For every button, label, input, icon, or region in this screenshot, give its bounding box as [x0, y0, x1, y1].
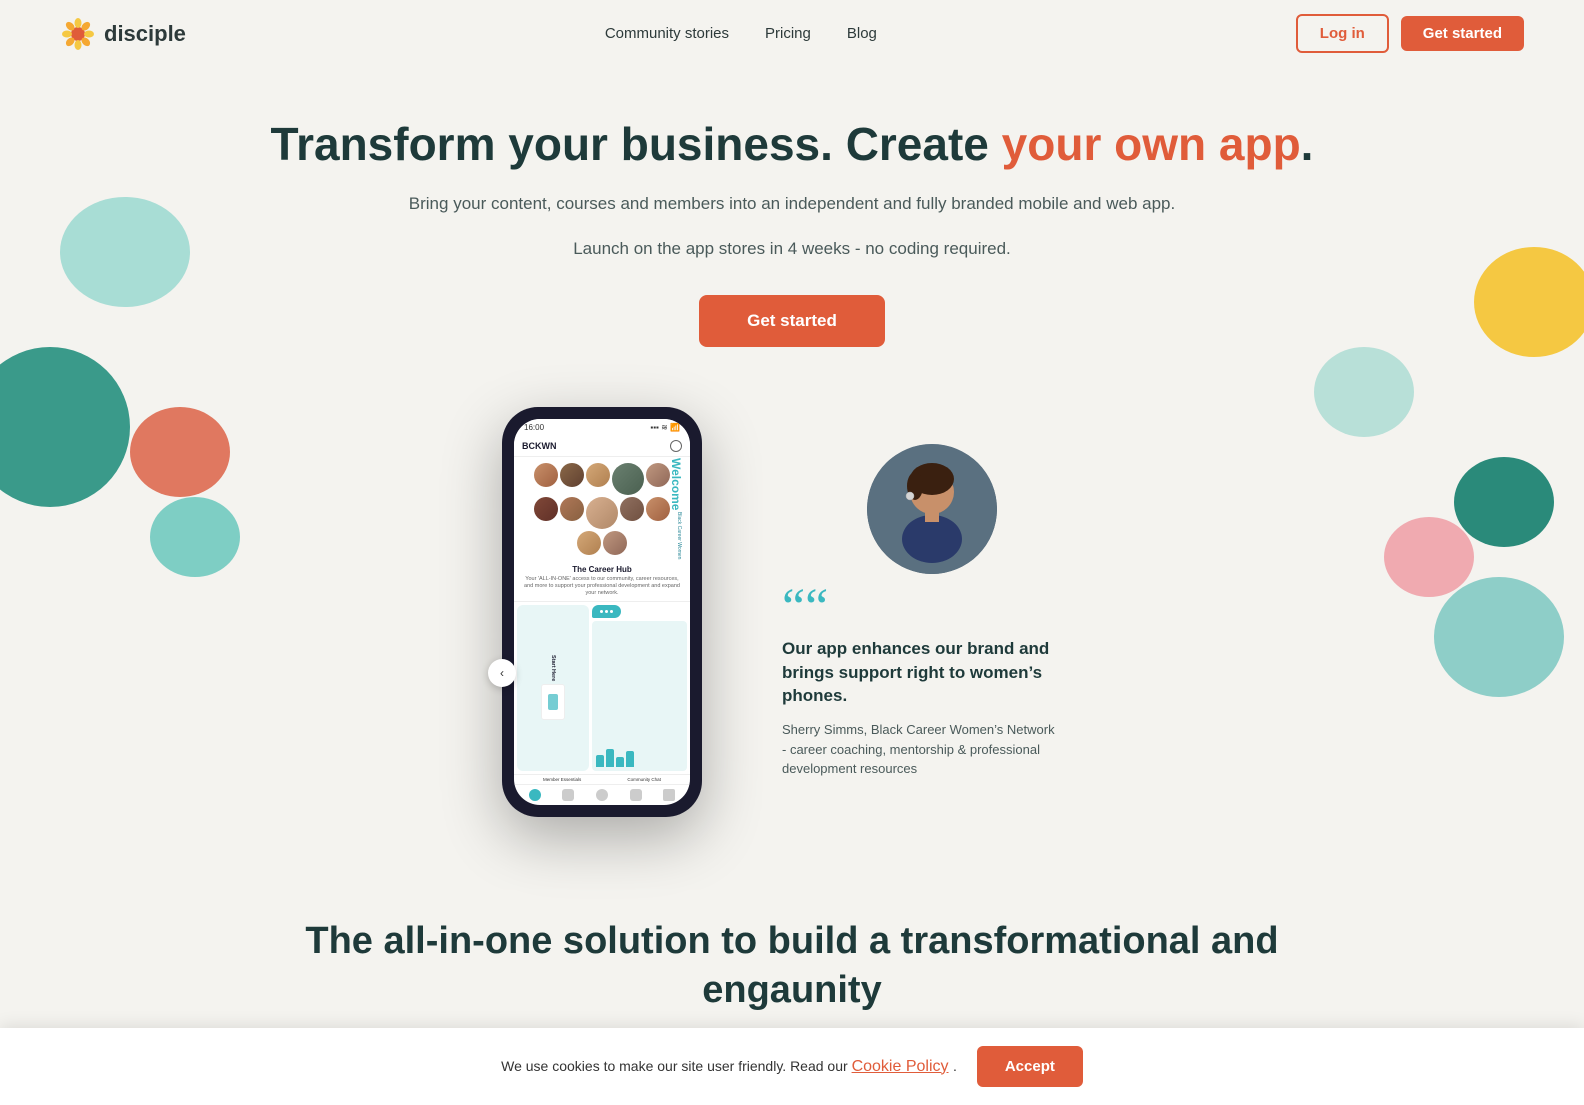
avatar-8 [586, 497, 618, 529]
phone-outer: 16:00 ▪▪▪ ≋ 📶 BCKWN [502, 407, 702, 817]
nav-icon-home [529, 789, 541, 801]
avatar-9 [620, 497, 644, 521]
career-hub-desc: Your 'ALL-IN-ONE' access to our communit… [520, 576, 684, 597]
phone-time: 16:00 [524, 423, 544, 432]
logo[interactable]: disciple [60, 16, 186, 52]
content-section: 16:00 ▪▪▪ ≋ 📶 BCKWN [0, 367, 1584, 857]
progress-area [592, 621, 687, 771]
welcome-subtitle: Black Career Women [670, 512, 682, 559]
chat-dot-1 [600, 610, 603, 613]
bottom-heading-line2: enga [702, 969, 791, 1011]
welcome-text: Welcome [670, 458, 682, 510]
career-hub-section: The Career Hub Your 'ALL-IN-ONE' access … [514, 561, 690, 602]
bar-3 [616, 757, 624, 767]
phone-mockup: 16:00 ▪▪▪ ≋ 📶 BCKWN [502, 407, 722, 817]
welcome-overlay: Welcome Black Career Women [670, 457, 682, 561]
phone-status-bar: 16:00 ▪▪▪ ≋ 📶 [514, 419, 690, 436]
phone-bottom-labels: Member Essentials Community Chat [514, 774, 690, 784]
hero-container: Transform your business. Create your own… [0, 67, 1584, 857]
quote-marks: ““ [782, 590, 1082, 626]
cookie-accept-button[interactable]: Accept [977, 1046, 1083, 1087]
phone-screen: 16:00 ▪▪▪ ≋ 📶 BCKWN [514, 419, 690, 805]
avatar-3 [586, 463, 610, 487]
bottom-heading: The all-in-one solution to build a trans… [40, 917, 1544, 1016]
get-started-hero-button[interactable]: Get started [699, 295, 885, 347]
nav-icon-menu [663, 789, 675, 801]
testimonial-avatar [867, 444, 997, 574]
hero-heading-accent: your own app [1002, 118, 1301, 170]
bottom-section: The all-in-one solution to build a trans… [0, 857, 1584, 1036]
avatar-12 [603, 531, 627, 555]
phone-mini-screen [541, 684, 565, 720]
progress-bars [596, 747, 683, 767]
hero-subtext-line2: Launch on the app stores in 4 weeks - no… [20, 235, 1564, 262]
nav-links: Community stories Pricing Blog [605, 25, 877, 42]
login-button[interactable]: Log in [1296, 14, 1389, 53]
avatar-svg [867, 444, 997, 574]
bar-4 [626, 751, 634, 767]
cookie-text: We use cookies to make our site user fri… [501, 1058, 851, 1074]
chat-column [592, 605, 687, 771]
logo-icon [60, 16, 96, 52]
phone-app-logo: BCKWN [522, 441, 557, 451]
bar-2 [606, 749, 614, 767]
bottom-heading-end: unity [791, 969, 882, 1011]
prev-button[interactable]: ‹ [488, 659, 516, 687]
avatar-grid [520, 461, 684, 557]
hero-heading-part1: Transform your business. Create [271, 118, 1002, 170]
hero-heading-end: . [1301, 118, 1314, 170]
chat-dot-2 [605, 610, 608, 613]
testimonial-text: Our app enhances our brand and brings su… [782, 637, 1082, 708]
mini-screen-inner [548, 694, 558, 710]
cookie-text-container: We use cookies to make our site user fri… [501, 1058, 957, 1076]
avatar-5 [646, 463, 670, 487]
testimonial-section: ““ Our app enhances our brand and brings… [782, 444, 1082, 778]
cookie-text-suffix: . [953, 1058, 957, 1074]
hero-section: Transform your business. Create your own… [0, 67, 1584, 367]
phone-signal: ▪▪▪ ≋ 📶 [650, 423, 680, 432]
testimonial-author-name: Sherry Simms, Black Career Women’s Netwo… [782, 720, 1082, 740]
get-started-nav-button[interactable]: Get started [1401, 16, 1524, 51]
nav-actions: Log in Get started [1296, 14, 1524, 53]
phone-app-header: BCKWN [514, 436, 690, 457]
chat-bubble [592, 605, 621, 618]
avatar-2 [560, 463, 584, 487]
avatar-7 [560, 497, 584, 521]
nav-icon-notify [630, 789, 642, 801]
avatar-4 [612, 463, 644, 495]
phone-bottom-cards: Start Here [514, 602, 690, 774]
bottom-heading-line1: The all-in-one solution to build a trans… [305, 920, 1278, 962]
testimonial-author-desc: - career coaching, mentorship & professi… [782, 740, 1082, 779]
nav-pricing[interactable]: Pricing [765, 25, 811, 42]
start-here-card: Start Here [517, 605, 589, 771]
avatar-10 [646, 497, 670, 521]
start-here-label: Start Here [550, 655, 556, 681]
nav-community-stories[interactable]: Community stories [605, 25, 729, 42]
hero-heading: Transform your business. Create your own… [20, 117, 1564, 172]
member-essentials-label: Member Essentials [543, 777, 581, 782]
phone-search-icon [670, 440, 682, 452]
navigation: disciple Community stories Pricing Blog … [0, 0, 1584, 67]
avatar-1 [534, 463, 558, 487]
career-hub-title: The Career Hub [520, 565, 684, 574]
bar-1 [596, 755, 604, 767]
phone-avatar-section: Welcome Black Career Women [514, 457, 690, 561]
community-chat-label: Community Chat [627, 777, 661, 782]
cookie-policy-link[interactable]: Cookie Policy [852, 1058, 949, 1075]
nav-blog[interactable]: Blog [847, 25, 877, 42]
chat-dot-3 [610, 610, 613, 613]
cookie-banner: We use cookies to make our site user fri… [0, 1028, 1584, 1105]
avatar-6 [534, 497, 558, 521]
hero-subtext-line1: Bring your content, courses and members … [20, 190, 1564, 217]
nav-icon-chat [562, 789, 574, 801]
phone-nav-bar [514, 784, 690, 805]
logo-text: disciple [104, 21, 186, 47]
nav-icon-profile [596, 789, 608, 801]
avatar-11 [577, 531, 601, 555]
